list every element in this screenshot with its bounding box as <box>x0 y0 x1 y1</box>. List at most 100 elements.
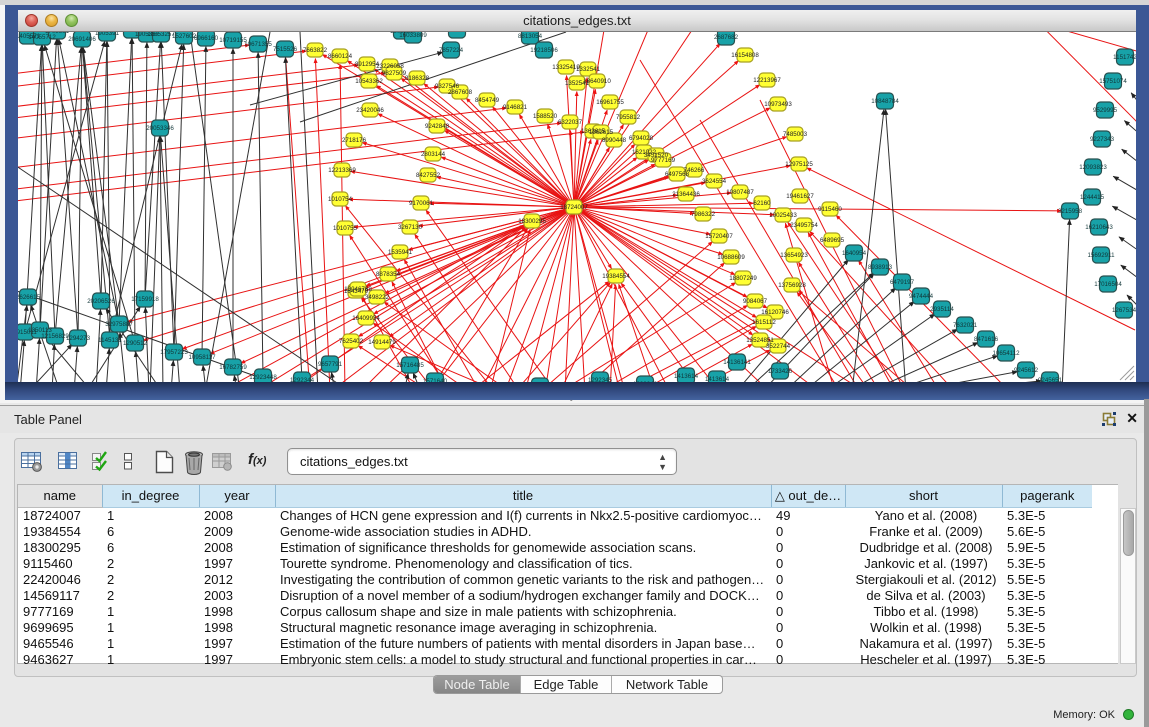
svg-text:9242848: 9242848 <box>425 123 450 130</box>
svg-text:62160: 62160 <box>753 200 771 207</box>
svg-text:10654112: 10654112 <box>992 350 1020 357</box>
svg-text:21364436: 21364436 <box>672 191 700 198</box>
svg-text:13654923: 13654923 <box>780 252 808 259</box>
svg-text:16033809: 16033809 <box>399 32 427 39</box>
svg-text:18807249: 18807249 <box>729 275 757 282</box>
svg-text:10671355: 10671355 <box>244 41 272 48</box>
svg-text:18724007: 18724007 <box>560 204 588 211</box>
svg-text:1705591: 1705591 <box>45 32 70 35</box>
svg-text:13756928: 13756928 <box>778 282 806 289</box>
svg-text:1145131: 1145131 <box>98 337 122 344</box>
svg-text:7632021: 7632021 <box>953 322 978 329</box>
svg-text:20206526: 20206526 <box>87 298 115 305</box>
svg-text:1294273: 1294273 <box>66 335 91 342</box>
svg-text:1010755: 1010755 <box>333 225 358 232</box>
svg-text:2867608: 2867608 <box>448 89 473 96</box>
svg-text:15720407: 15720407 <box>705 233 733 240</box>
svg-text:10688609: 10688609 <box>717 254 745 261</box>
svg-text:15751074: 15751074 <box>1099 78 1127 85</box>
svg-text:9084067: 9084067 <box>743 298 768 305</box>
svg-text:8990448: 8990448 <box>602 137 627 144</box>
svg-text:16154808: 16154808 <box>731 52 759 59</box>
svg-text:14914479: 14914479 <box>368 339 396 346</box>
svg-text:1905391: 1905391 <box>95 32 120 37</box>
svg-text:18300295: 18300295 <box>518 218 546 225</box>
svg-text:16961755: 16961755 <box>596 99 624 106</box>
svg-text:14055712: 14055712 <box>28 34 56 41</box>
svg-text:8454749: 8454749 <box>475 97 500 104</box>
svg-text:1362615: 1362615 <box>589 129 614 136</box>
svg-text:2718176: 2718176 <box>342 137 367 144</box>
svg-text:1527602: 1527602 <box>172 33 197 40</box>
svg-text:3267130: 3267130 <box>398 224 423 231</box>
svg-text:746266: 746266 <box>684 167 705 174</box>
svg-text:3624554: 3624554 <box>702 178 727 185</box>
svg-text:12213967: 12213967 <box>753 77 781 84</box>
svg-text:6794028: 6794028 <box>629 135 654 142</box>
svg-text:8813054: 8813054 <box>518 33 543 40</box>
svg-text:6966160: 6966160 <box>194 35 219 42</box>
svg-text:10807487: 10807487 <box>726 189 754 196</box>
svg-text:7515526: 7515526 <box>273 46 298 53</box>
svg-text:10719155: 10719155 <box>219 37 247 44</box>
svg-text:9657791: 9657791 <box>318 361 343 368</box>
svg-text:6479197: 6479197 <box>890 279 915 286</box>
svg-text:2687682: 2687682 <box>714 34 739 41</box>
svg-text:9474444: 9474444 <box>909 293 934 300</box>
svg-text:1332541: 1332541 <box>576 66 601 73</box>
svg-text:6489695: 6489695 <box>820 237 845 244</box>
svg-text:1640954: 1640954 <box>842 250 867 257</box>
svg-text:7857224: 7857224 <box>439 47 464 54</box>
svg-text:9777169: 9777169 <box>651 157 676 164</box>
svg-text:9227343: 9227343 <box>1090 136 1115 143</box>
svg-text:7955812: 7955812 <box>616 114 641 121</box>
svg-text:10973493: 10973493 <box>764 101 792 108</box>
svg-text:10543362: 10543362 <box>355 78 383 85</box>
svg-text:23420046: 23420046 <box>356 107 384 114</box>
svg-text:1151742: 1151742 <box>1113 54 1136 61</box>
svg-text:19461627: 19461627 <box>786 193 814 200</box>
svg-text:10025433: 10025433 <box>769 212 797 219</box>
svg-text:1733426: 1733426 <box>768 368 793 375</box>
svg-text:8660124: 8660124 <box>328 53 353 60</box>
svg-text:1803380: 1803380 <box>445 32 470 34</box>
svg-text:9115460: 9115460 <box>818 206 842 213</box>
svg-text:19384554: 19384554 <box>602 273 630 280</box>
svg-text:2626615: 2626615 <box>18 294 41 301</box>
svg-text:8186328: 8186328 <box>405 75 430 82</box>
svg-text:1615112: 1615112 <box>752 319 776 326</box>
svg-text:12923448: 12923448 <box>249 374 277 381</box>
svg-text:2803144: 2803144 <box>421 151 446 158</box>
svg-text:9529995: 9529995 <box>1093 107 1118 114</box>
svg-text:10046768: 10046768 <box>344 286 372 293</box>
svg-text:17957223: 17957223 <box>160 349 188 356</box>
svg-text:7625402: 7625402 <box>339 338 364 345</box>
svg-text:1588520: 1588520 <box>533 113 558 120</box>
svg-text:16409934: 16409934 <box>352 315 380 322</box>
svg-text:1244415: 1244415 <box>1080 194 1105 201</box>
svg-text:9827509: 9827509 <box>382 70 407 77</box>
svg-text:3215958: 3215958 <box>1058 208 1083 215</box>
svg-text:7986322: 7986322 <box>691 211 716 218</box>
svg-text:12975125: 12975125 <box>785 161 813 168</box>
svg-text:12093823: 12093823 <box>1079 164 1107 171</box>
svg-text:10848784: 10848784 <box>871 98 899 105</box>
svg-text:14136141: 14136141 <box>723 359 751 366</box>
svg-text:18640910: 18640910 <box>583 78 611 85</box>
svg-text:15716485: 15716485 <box>396 362 424 369</box>
svg-text:20691406: 20691406 <box>68 36 96 43</box>
svg-text:15692911: 15692911 <box>1087 252 1115 259</box>
svg-text:9245612: 9245612 <box>1014 367 1039 374</box>
svg-text:8938913: 8938913 <box>868 264 893 271</box>
svg-text:17159918: 17159918 <box>131 296 159 303</box>
svg-text:23495754: 23495754 <box>790 222 818 229</box>
svg-text:1267534: 1267534 <box>1112 307 1136 314</box>
svg-text:6322037: 6322037 <box>558 119 583 126</box>
svg-text:8471616: 8471616 <box>974 336 999 343</box>
svg-text:10958117: 10958117 <box>188 354 216 361</box>
svg-text:1010754: 1010754 <box>328 196 353 203</box>
svg-text:1290512: 1290512 <box>123 340 148 347</box>
svg-text:16782759: 16782759 <box>219 364 247 371</box>
svg-text:16210643: 16210643 <box>1085 224 1113 231</box>
svg-text:9170061: 9170061 <box>409 200 434 207</box>
